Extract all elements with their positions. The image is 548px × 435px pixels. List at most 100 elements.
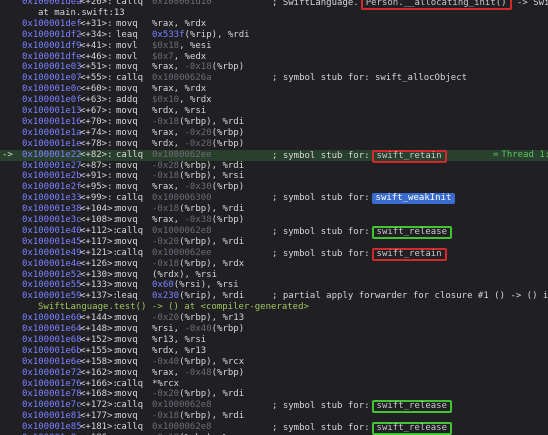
- program-counter-arrow-icon: ->: [2, 149, 13, 160]
- instruction-row[interactable]: 0x100001e03 <+51>: movq %rax, -0x18(%rbp): [0, 62, 548, 73]
- instruction-row[interactable]: 0x100001e40 <+112>: callq 0x1000062e8 ; symb…: [0, 225, 548, 239]
- instruction-mnemonic: movq: [116, 62, 138, 73]
- instruction-row[interactable]: 0x100001e2f <+95>: movq %rax, -0x30(%rbp): [0, 182, 548, 193]
- instruction-row[interactable]: 0x100001e6e <+158>: movq -0x40(%rbp), %rcx: [0, 357, 548, 368]
- instruction-offset: <+51>:: [80, 62, 113, 73]
- instruction-offset: <+112>:: [80, 225, 118, 236]
- comment-text: ; symbol stub for:: [272, 401, 370, 412]
- instruction-row[interactable]: 0x100001e27 <+87>: movq -0x28(%rbp), %rdi: [0, 161, 548, 172]
- instruction-address: 0x100001def: [22, 18, 82, 29]
- instruction-offset: <+158>:: [80, 356, 118, 367]
- instruction-row[interactable]: 0x100001e6b <+155>: movq %rdx, %r13: [0, 346, 548, 357]
- instruction-operands: (%rdx), %rsi: [152, 269, 218, 280]
- instruction-offset: <+137>:: [80, 291, 118, 302]
- instruction-row[interactable]: 0x100001e0f <+63>: addq $0x10, %rdx: [0, 95, 548, 106]
- comment-suffix: -> SwiftLanguage: [517, 0, 548, 8]
- instruction-address: 0x100001e81: [22, 411, 82, 422]
- instruction-row[interactable]: 0x100001e52 <+130>: movq (%rdx), %rsi: [0, 270, 548, 281]
- instruction-row[interactable]: 0x100001e68 <+152>: movq %r13, %rsi: [0, 335, 548, 346]
- instruction-row[interactable]: 0x100001e16 <+70>: movq -0x18(%rbp), %rdi: [0, 117, 548, 128]
- instruction-mnemonic: movl: [116, 51, 138, 62]
- instruction-row[interactable]: 0x100001e72 <+162>: movq %rax, -0x48(%rbp): [0, 368, 548, 379]
- instruction-address: 0x100001e6b: [22, 345, 82, 356]
- instruction-address: 0x100001e3c: [22, 215, 82, 225]
- instruction-offset: <+78>:: [80, 138, 113, 149]
- instruction-row[interactable]: 0x100001e4e <+126>: movq -0x18(%rbp), %rdx: [0, 259, 548, 270]
- comment-text: ; symbol stub for:: [272, 423, 370, 434]
- instruction-row[interactable]: 0x100001e33 <+99>: callq 0x100006300 ; symbo…: [0, 193, 548, 205]
- instruction-row[interactable]: 0x100001e07 <+55>: callq 0x10000626a ; symbo…: [0, 73, 548, 84]
- instruction-operands: 0x1000062e8: [152, 422, 212, 433]
- comment-text: ; symbol stub for:: [272, 226, 370, 237]
- instruction-row[interactable]: 0x100001e64 <+148>: movq %rsi, -0x40(%rbp): [0, 324, 548, 335]
- instruction-address: 0x100001df2: [22, 29, 82, 40]
- instruction-row[interactable]: 0x100001e1a <+74>: movq %rax, -0x20(%rbp): [0, 128, 548, 139]
- instruction-mnemonic: movq: [116, 138, 138, 149]
- instruction-row[interactable]: 0x100001e49 <+121>: callq 0x1000062ee ; symb…: [0, 247, 548, 261]
- disassembly-view[interactable]: 0x100001dea <+26>: callq 0x100001d10; Swift…: [0, 0, 548, 435]
- instruction-mnemonic: movq: [116, 204, 138, 215]
- instruction-operands: 0x533f(%rip), %rdi: [152, 29, 250, 40]
- instruction-row[interactable]: 0x100001e78 <+168>: movq -0x20(%rbp), %rdi: [0, 389, 548, 400]
- instruction-address: 0x100001e45: [22, 236, 82, 247]
- instruction-address: 0x100001e0c: [22, 84, 82, 95]
- instruction-row[interactable]: 0x100001df9 <+41>: movl $0x18, %esi: [0, 41, 548, 52]
- instruction-offset: <+177>:: [80, 411, 118, 422]
- instruction-address: 0x100001e55: [22, 280, 82, 291]
- instruction-operands: 0x10000626a: [152, 73, 212, 84]
- instruction-row[interactable]: 0x100001e55 <+133>: movq 0x60(%rsi), %rsi: [0, 280, 548, 291]
- instruction-operands: 0x1000062ee: [152, 149, 212, 160]
- instruction-operands: $0x10, %rdx: [152, 95, 212, 106]
- instruction-row[interactable]: 0x100001e2b <+91>: movq -0x18(%rbp), %rsi: [0, 171, 548, 182]
- instruction-row[interactable]: 0x100001dfe <+46>: movl $0x7, %edx: [0, 52, 548, 63]
- instruction-row[interactable]: 0x100001e38 <+104>: movq -0x18(%rbp), %rdi: [0, 204, 548, 215]
- instruction-row[interactable]: 0x100001e1e <+78>: movq %rdx, -0x28(%rbp): [0, 139, 548, 150]
- instruction-row[interactable]: 0x100001e0c <+60>: movq %rax, %rdx: [0, 84, 548, 95]
- instruction-mnemonic: movq: [116, 280, 138, 291]
- instruction-mnemonic: movq: [116, 84, 138, 95]
- comment-continuation: at main.swift:13: [38, 7, 125, 18]
- instruction-offset: <+26>:: [80, 0, 113, 7]
- instruction-mnemonic: movl: [116, 40, 138, 51]
- instruction-mnemonic: movq: [116, 116, 138, 127]
- instruction-comment: ; symbol stub for: swift_allocObject: [272, 73, 467, 84]
- instruction-address: 0x100001e07: [22, 73, 82, 84]
- instruction-row[interactable]: 0x100001def <+31>: movq %rax, %rdx: [0, 19, 548, 30]
- instruction-mnemonic: leaq: [116, 291, 138, 302]
- instruction-operands: %rax, %rdx: [152, 18, 207, 29]
- instruction-row[interactable]: 0x100001e85 <+181>: callq 0x1000062e8 ; symb…: [0, 422, 548, 435]
- instruction-row[interactable]: 0x100001e81 <+177>: movq -0x18(%rbp), %rdi: [0, 411, 548, 422]
- instruction-mnemonic: movq: [116, 18, 138, 29]
- instruction-operands: %rdx, -0x28(%rbp): [152, 138, 245, 149]
- instruction-offset: <+130>:: [80, 269, 118, 280]
- instruction-operands: %rax, %rdx: [152, 84, 207, 95]
- instruction-row[interactable]: 0x100001e76 <+166>: callq *%rcx: [0, 379, 548, 390]
- instruction-mnemonic: movq: [116, 313, 138, 324]
- instruction-row[interactable]: 0x100001df2 <+34>: leaq 0x533f(%rip), %rdi: [0, 30, 548, 41]
- instruction-operands: -0x20(%rbp), %rdi: [152, 389, 245, 400]
- instruction-address: 0x100001e0f: [22, 95, 82, 106]
- instruction-address: 0x100001e33: [22, 193, 82, 204]
- instruction-mnemonic: movq: [116, 171, 138, 182]
- thread-label: Thread 1: b: [501, 149, 548, 160]
- instruction-row[interactable]: 0x100001e45 <+117>: movq -0x20(%rbp), %rdi: [0, 237, 548, 248]
- instruction-row[interactable]: 0x100001dea <+26>: callq 0x100001d10 ; Swift…: [0, 0, 548, 10]
- instruction-row[interactable]: 0x100001e3c <+108>: movq %rax, -0x38(%rbp): [0, 215, 548, 226]
- thread-breakpoint-badge: =Thread 1: b: [493, 150, 548, 161]
- instruction-operands: 0x100001d10: [152, 0, 212, 7]
- instruction-address: 0x100001e78: [22, 389, 82, 400]
- instruction-address: 0x100001e72: [22, 367, 82, 378]
- instruction-row[interactable]: 0x100001e60 <+144>: movq -0x20(%rbp), %r13: [0, 313, 548, 324]
- instruction-mnemonic: callq: [116, 149, 144, 160]
- instruction-row[interactable]: 0x100001e7c <+172>: callq 0x1000062e8 ; symb…: [0, 400, 548, 414]
- instruction-operands: -0x18(%rbp), %rsi: [152, 171, 245, 182]
- current-instruction-row[interactable]: -> 0x100001e22 <+82>: callq 0x1000062ee ; sym…: [0, 149, 548, 163]
- instruction-offset: <+117>:: [80, 236, 118, 247]
- instruction-row[interactable]: 0x100001e13 <+67>: movq %rdx, %rsi: [0, 106, 548, 117]
- instruction-mnemonic: movq: [116, 215, 138, 225]
- instruction-address: 0x100001e2f: [22, 182, 82, 193]
- instruction-mnemonic: callq: [116, 73, 144, 84]
- instruction-operands: *%rcx: [152, 378, 180, 389]
- instruction-row[interactable]: 0x100001e59 <+137>: leaq 0x230(%rip), %rdi;…: [0, 291, 548, 302]
- instruction-address: 0x100001e13: [22, 106, 82, 116]
